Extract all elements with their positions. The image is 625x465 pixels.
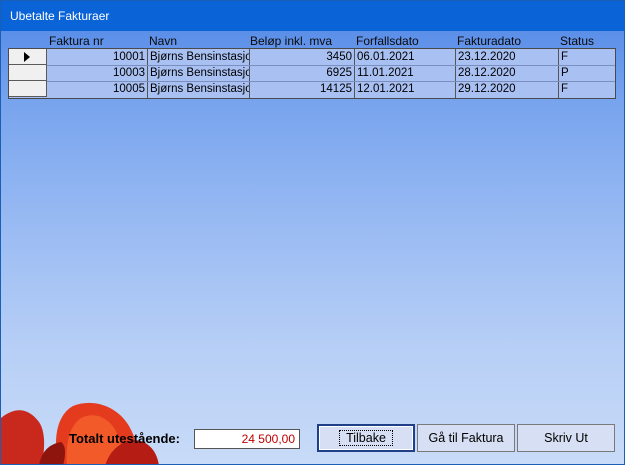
col-header-status[interactable]: Status [560, 34, 594, 48]
goto-invoice-button[interactable]: Gå til Faktura [417, 424, 515, 452]
col-header-fakturadato[interactable]: Fakturadato [457, 34, 521, 48]
title-bar[interactable]: Ubetalte Fakturaer [1, 1, 624, 31]
grid-body: 10001 Bjørns Bensinstasjon 3450 06.01.20… [8, 48, 616, 99]
cell-fakturadato[interactable]: 28.12.2020 [456, 65, 558, 81]
cell-status[interactable]: F [559, 81, 615, 97]
row-selector[interactable] [9, 65, 47, 81]
cell-fakturadato[interactable]: 23.12.2020 [456, 49, 558, 65]
back-button-label: Tilbake [339, 430, 393, 446]
cell-forfallsdato[interactable]: 11.01.2021 [355, 65, 455, 81]
row-pointer-icon [24, 52, 30, 62]
print-button[interactable]: Skriv Ut [517, 424, 615, 452]
cell-faktura-nr[interactable]: 10003 [47, 65, 147, 81]
row-selector[interactable] [9, 81, 47, 97]
window-title: Ubetalte Fakturaer [10, 9, 110, 23]
cell-navn[interactable]: Bjørns Bensinstasjon [148, 81, 249, 97]
total-outstanding-field[interactable]: 24 500,00 [194, 429, 300, 449]
col-header-forfallsdato[interactable]: Forfallsdato [356, 34, 419, 48]
col-header-belop[interactable]: Beløp inkl. mva [250, 34, 332, 48]
cell-forfallsdato[interactable]: 12.01.2021 [355, 81, 455, 97]
cell-belop[interactable]: 3450 [250, 49, 354, 65]
back-button[interactable]: Tilbake [317, 424, 415, 452]
row-selector[interactable] [9, 49, 47, 65]
col-header-faktura-nr[interactable]: Faktura nr [49, 34, 104, 48]
print-button-label: Skriv Ut [544, 431, 588, 445]
cell-faktura-nr[interactable]: 10001 [47, 49, 147, 65]
cell-status[interactable]: F [559, 49, 615, 65]
cell-fakturadato[interactable]: 29.12.2020 [456, 81, 558, 97]
cell-belop[interactable]: 6925 [250, 65, 354, 81]
col-header-navn[interactable]: Navn [149, 34, 177, 48]
cell-faktura-nr[interactable]: 10005 [47, 81, 147, 97]
table-row[interactable]: 10005 Bjørns Bensinstasjon 14125 12.01.2… [9, 81, 615, 97]
cell-belop[interactable]: 14125 [250, 81, 354, 97]
table-row[interactable]: 10001 Bjørns Bensinstasjon 3450 06.01.20… [9, 49, 615, 65]
cell-navn[interactable]: Bjørns Bensinstasjon [148, 65, 249, 81]
cell-forfallsdato[interactable]: 06.01.2021 [355, 49, 455, 65]
unpaid-invoices-window: Ubetalte Fakturaer Faktura nr Navn Beløp… [0, 0, 625, 465]
cell-navn[interactable]: Bjørns Bensinstasjon [148, 49, 249, 65]
table-row[interactable]: 10003 Bjørns Bensinstasjon 6925 11.01.20… [9, 65, 615, 81]
total-outstanding-label: Totalt utestående: [69, 431, 180, 446]
cell-status[interactable]: P [559, 65, 615, 81]
grid-header: Faktura nr Navn Beløp inkl. mva Forfalls… [8, 32, 616, 48]
goto-invoice-button-label: Gå til Faktura [428, 431, 504, 445]
invoice-grid: Faktura nr Navn Beløp inkl. mva Forfalls… [8, 32, 616, 99]
